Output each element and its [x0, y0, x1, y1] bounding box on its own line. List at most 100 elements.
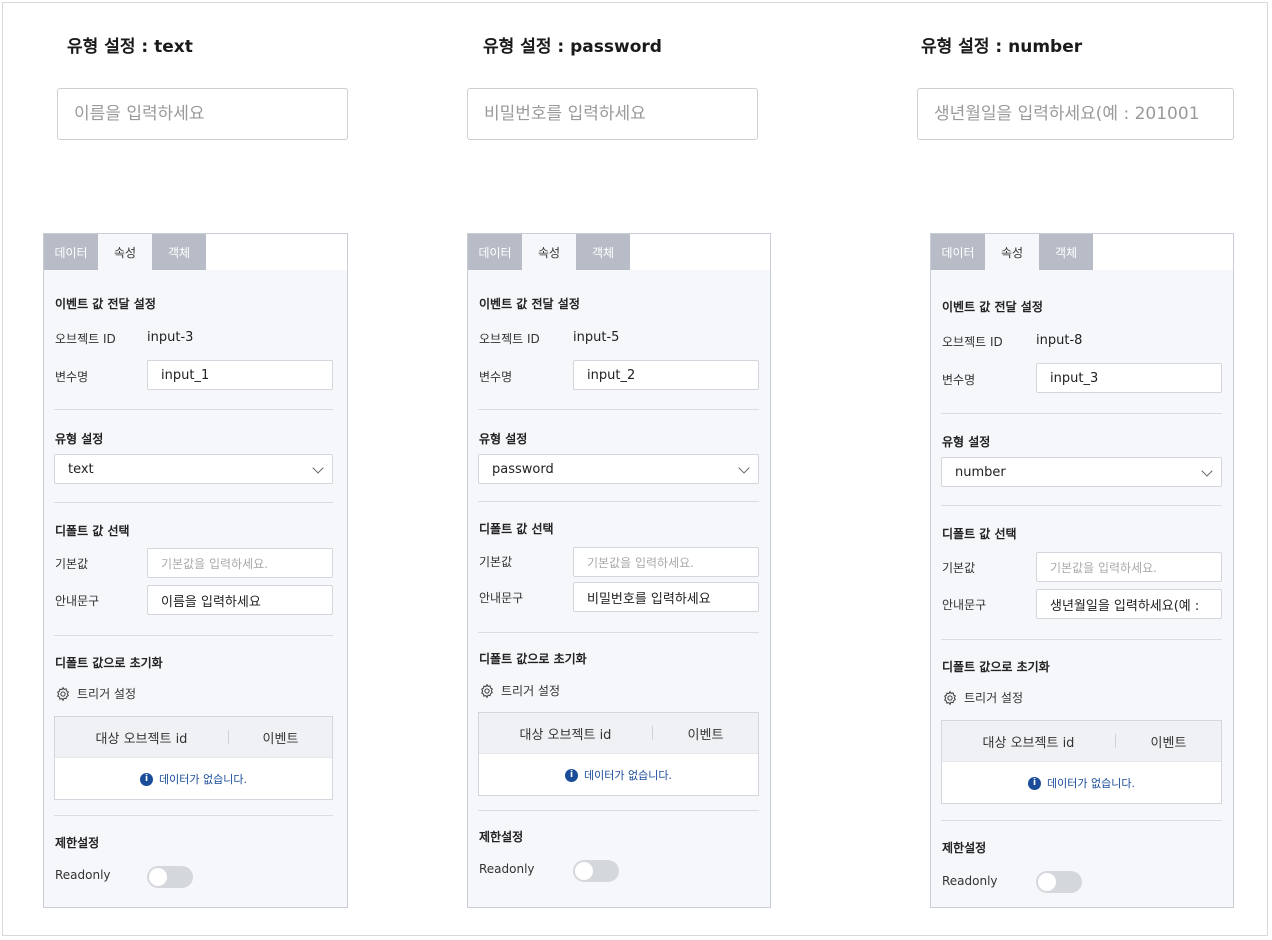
guide-text-label: 안내문구 [479, 591, 524, 605]
readonly-toggle[interactable] [573, 860, 619, 882]
panel-tabs: 데이터 속성 객체 [468, 234, 770, 270]
gear-icon [944, 690, 956, 705]
divider [478, 501, 759, 502]
limit-section-title: 제한설정 [479, 830, 524, 844]
event-section-title: 이벤트 값 전달 설정 [479, 297, 580, 311]
default-section-title: 디폴트 값 선택 [942, 527, 1017, 541]
guide-text-label: 안내문구 [55, 594, 100, 608]
properties-panel-1: 데이터 속성 객체 이벤트 값 전달 설정 오브젝트 ID input-3 변수… [43, 233, 348, 908]
birthdate-input[interactable] [917, 88, 1234, 140]
tab-bar-fill [630, 234, 770, 270]
default-value-label: 기본값 [942, 561, 976, 575]
trigger-settings[interactable]: 트리거 설정 [55, 685, 136, 702]
var-name-field[interactable]: input_3 [1036, 363, 1222, 393]
type-select[interactable]: text [54, 454, 333, 484]
readonly-toggle[interactable] [147, 866, 193, 888]
limit-section-title: 제한설정 [942, 841, 987, 855]
readonly-toggle[interactable] [1036, 871, 1082, 893]
toggle-knob [149, 868, 167, 886]
tab-data[interactable]: 데이터 [468, 234, 522, 270]
col-event-header: 이벤트 [1150, 735, 1187, 751]
chevron-down-icon [312, 462, 324, 474]
divider [478, 409, 759, 410]
default-value-field[interactable]: 기본값을 입력하세요. [1036, 552, 1222, 582]
readonly-label: Readonly [942, 874, 998, 888]
default-section-title: 디폴트 값 선택 [55, 524, 130, 538]
col-event-header: 이벤트 [262, 731, 299, 747]
type-select-value: text [68, 461, 94, 477]
default-value-field[interactable]: 기본값을 입력하세요. [147, 548, 333, 578]
trigger-label: 트리거 설정 [77, 687, 137, 701]
divider [54, 409, 333, 410]
gear-icon [481, 683, 493, 698]
tab-properties[interactable]: 속성 [985, 234, 1039, 270]
trigger-label: 트리거 설정 [964, 691, 1024, 705]
chevron-down-icon [738, 462, 750, 474]
empty-state: i 데이터가 없습니다. [55, 758, 332, 800]
tab-objects[interactable]: 객체 [152, 234, 206, 270]
trigger-table: 대상 오브젝트 id 이벤트 i 데이터가 없습니다. [54, 716, 333, 800]
trigger-table: 대상 오브젝트 id 이벤트 i 데이터가 없습니다. [941, 720, 1222, 804]
event-section-title: 이벤트 값 전달 설정 [55, 297, 156, 311]
empty-message: 데이터가 없습니다. [1047, 777, 1135, 790]
guide-text-field[interactable]: 이름을 입력하세요 [147, 585, 333, 615]
guide-text-label: 안내문구 [942, 598, 987, 612]
section-title-password: 유형 설정 : password [483, 37, 662, 57]
trigger-label: 트리거 설정 [501, 684, 561, 698]
divider [941, 639, 1222, 640]
readonly-label: Readonly [479, 862, 535, 876]
object-id-label: 오브젝트 ID [479, 332, 540, 346]
empty-state: i 데이터가 없습니다. [942, 762, 1221, 804]
divider [54, 815, 333, 816]
col-target-header: 대상 오브젝트 id [982, 735, 1075, 751]
properties-panel-3: 데이터 속성 객체 이벤트 값 전달 설정 오브젝트 ID input-8 변수… [930, 233, 1234, 908]
empty-message: 데이터가 없습니다. [584, 769, 672, 782]
divider [54, 635, 333, 636]
trigger-settings[interactable]: 트리거 설정 [479, 682, 560, 699]
section-title-text: 유형 설정 : text [67, 37, 193, 57]
trigger-table: 대상 오브젝트 id 이벤트 i 데이터가 없습니다. [478, 712, 759, 796]
tab-properties[interactable]: 속성 [522, 234, 576, 270]
var-name-label: 변수명 [942, 373, 976, 387]
default-section-title: 디폴트 값 선택 [479, 522, 554, 536]
password-input[interactable] [467, 88, 758, 140]
reset-section-title: 디폴트 값으로 초기화 [479, 652, 587, 666]
type-select-value: number [955, 464, 1006, 480]
col-event-header: 이벤트 [687, 727, 724, 743]
info-icon: i [565, 768, 579, 782]
tab-properties[interactable]: 속성 [98, 234, 152, 270]
var-name-field[interactable]: input_2 [573, 360, 759, 390]
divider [478, 632, 759, 633]
table-header: 대상 오브젝트 id 이벤트 [55, 717, 332, 758]
default-value-label: 기본값 [479, 555, 513, 569]
var-name-label: 변수명 [55, 370, 89, 384]
tab-objects[interactable]: 객체 [576, 234, 630, 270]
tab-data[interactable]: 데이터 [44, 234, 98, 270]
reset-section-title: 디폴트 값으로 초기화 [55, 656, 163, 670]
info-icon: i [1028, 776, 1042, 790]
object-id-value: input-5 [573, 330, 620, 345]
object-id-value: input-3 [147, 330, 194, 345]
default-value-field[interactable]: 기본값을 입력하세요. [573, 547, 759, 577]
toggle-knob [575, 862, 593, 880]
tab-data[interactable]: 데이터 [931, 234, 985, 270]
event-section-title: 이벤트 값 전달 설정 [942, 300, 1043, 314]
tab-objects[interactable]: 객체 [1039, 234, 1093, 270]
name-input[interactable] [57, 88, 348, 140]
guide-text-field[interactable]: 비밀번호를 입력하세요 [573, 582, 759, 612]
divider [941, 413, 1222, 414]
type-select-value: password [492, 461, 554, 477]
type-select[interactable]: password [478, 454, 759, 484]
type-section-title: 유형 설정 [55, 432, 104, 446]
chevron-down-icon [1201, 465, 1213, 477]
gear-icon [57, 686, 69, 701]
reset-section-title: 디폴트 값으로 초기화 [942, 660, 1050, 674]
var-name-field[interactable]: input_1 [147, 360, 333, 390]
guide-text-field[interactable]: 생년월일을 입력하세요(예 : [1036, 589, 1222, 619]
empty-message: 데이터가 없습니다. [159, 773, 247, 786]
type-select[interactable]: number [941, 457, 1222, 487]
object-id-label: 오브젝트 ID [942, 335, 1003, 349]
info-icon: i [140, 772, 154, 786]
divider [941, 820, 1222, 821]
trigger-settings[interactable]: 트리거 설정 [942, 689, 1023, 706]
